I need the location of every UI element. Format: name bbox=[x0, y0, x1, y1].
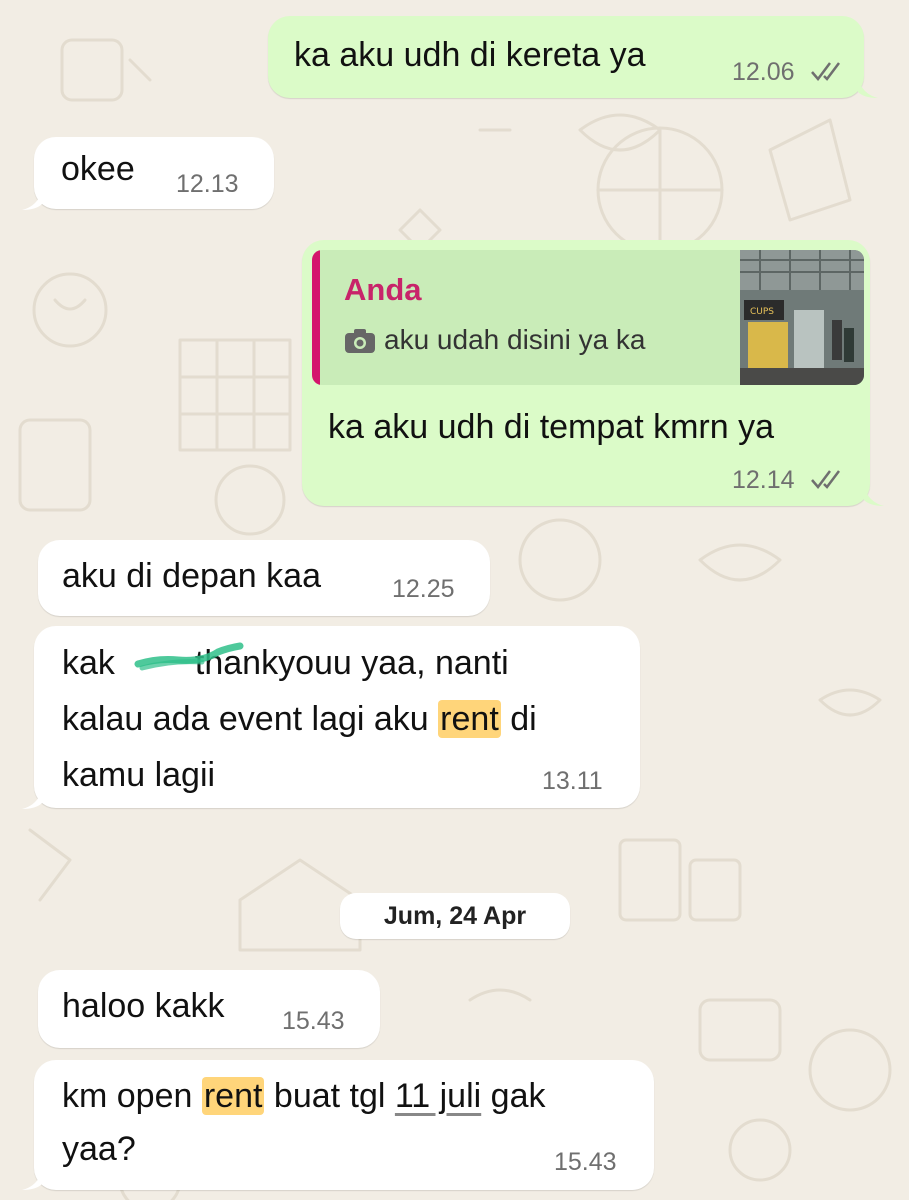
bubble-tail bbox=[22, 1170, 42, 1190]
text-fragment: gak bbox=[490, 1077, 546, 1115]
redaction-scribble bbox=[134, 642, 244, 671]
bubble-tail bbox=[858, 78, 878, 98]
message-text: okee bbox=[61, 150, 135, 188]
message-text: haloo kakk bbox=[62, 987, 225, 1025]
text-fragment: km open bbox=[62, 1077, 193, 1115]
date-link[interactable]: 11 juli bbox=[395, 1077, 481, 1115]
message-bubble-incoming[interactable]: km open rent buat tgl 11 juli gak yaa? 1… bbox=[34, 1060, 654, 1190]
bubble-tail bbox=[22, 190, 42, 210]
message-time: 12.13 bbox=[176, 170, 239, 198]
quote-accent-bar bbox=[312, 250, 320, 385]
message-time: 12.25 bbox=[392, 575, 455, 603]
message-time: 12.14 bbox=[732, 466, 795, 494]
text-fragment: kalau ada event lagi aku bbox=[62, 700, 429, 738]
message-bubble-incoming[interactable]: haloo kakk 15.43 bbox=[38, 970, 380, 1048]
read-ticks-icon bbox=[811, 470, 840, 489]
text-fragment: buat tgl bbox=[273, 1077, 386, 1115]
message-bubble-incoming[interactable]: kak thankyouu yaa, nanti kalau ada event … bbox=[34, 626, 640, 808]
message-time: 15.43 bbox=[554, 1148, 617, 1176]
message-time: 12.06 bbox=[732, 58, 795, 86]
message-text-line-2: kalau ada event lagi aku rent di bbox=[62, 696, 537, 742]
text-fragment: kak bbox=[62, 644, 115, 682]
message-text-line-1: km open rent buat tgl 11 juli gak bbox=[62, 1073, 545, 1119]
message-text-line-2: yaa? bbox=[62, 1130, 136, 1168]
message-bubble-incoming[interactable]: aku di depan kaa 12.25 bbox=[38, 540, 490, 616]
camera-icon bbox=[345, 329, 375, 353]
message-text-line-1: kak thankyouu yaa, nanti bbox=[62, 640, 509, 686]
message-time: 15.43 bbox=[282, 1007, 345, 1035]
message-bubble-outgoing[interactable]: ka aku udh di kereta ya 12.06 bbox=[268, 16, 864, 98]
svg-text:CUPS: CUPS bbox=[750, 307, 774, 317]
message-text: ka aku udh di tempat kmrn ya bbox=[328, 408, 775, 446]
read-ticks-icon bbox=[811, 62, 840, 81]
message-bubble-incoming[interactable]: okee 12.13 bbox=[34, 137, 274, 209]
date-separator: Jum, 24 Apr bbox=[340, 893, 570, 939]
message-text: ka aku udh di kereta ya bbox=[294, 36, 646, 74]
quote-author: Anda bbox=[344, 272, 422, 307]
bubble-tail bbox=[22, 789, 42, 809]
highlighted-word: rent bbox=[201, 1077, 265, 1115]
text-fragment: di bbox=[510, 700, 537, 738]
photo-thumbnail[interactable]: CUPS bbox=[740, 250, 864, 385]
message-time: 13.11 bbox=[542, 767, 603, 795]
reply-quote[interactable]: Anda aku udah disini ya ka CUPS bbox=[312, 250, 864, 385]
quote-text: aku udah disini ya ka bbox=[384, 324, 646, 355]
message-text-line-3: kamu lagii bbox=[62, 756, 216, 794]
highlighted-word: rent bbox=[438, 700, 501, 738]
bubble-tail bbox=[864, 486, 884, 506]
message-text: aku di depan kaa bbox=[62, 557, 321, 595]
